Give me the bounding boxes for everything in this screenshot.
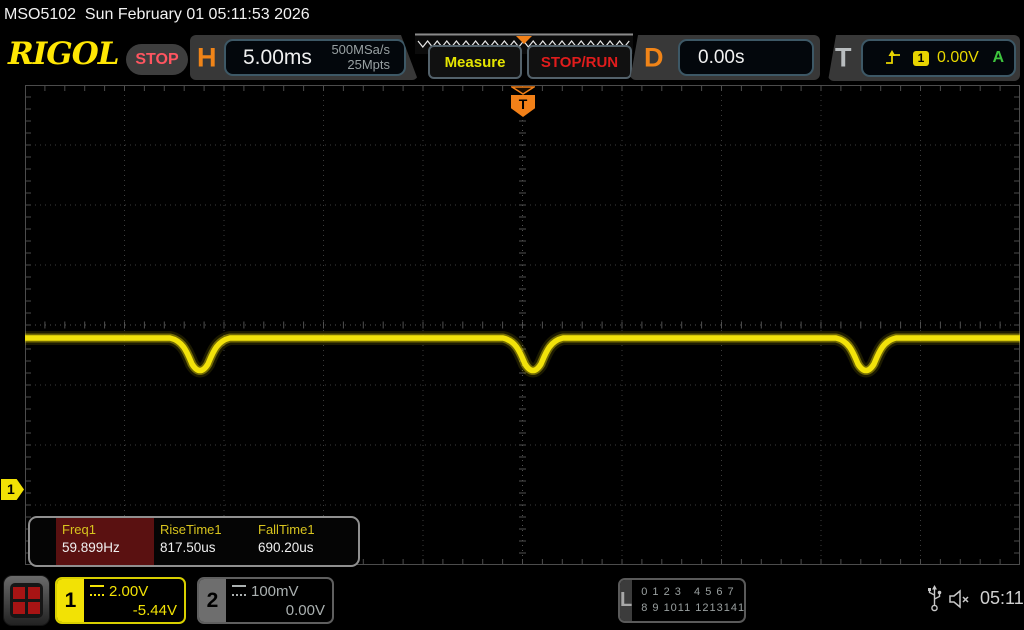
trigger-mode-auto: A [992, 49, 1004, 67]
measurement-label: Freq1 [62, 522, 154, 537]
rigol-logo: RIGOL [8, 36, 119, 72]
rising-edge-icon [885, 50, 901, 66]
trigger-valuebox[interactable]: 1 0.00V A [861, 39, 1016, 77]
trigger-label: T [835, 43, 852, 74]
measure-button[interactable]: Measure [428, 45, 522, 79]
channel2-scale: 100mV [251, 583, 299, 600]
logic-row-0-7: 0 1 2 3 4 5 6 7 [641, 585, 746, 601]
channel1-status-box[interactable]: 1 2.00V -5.44V [55, 577, 186, 624]
channel1-waveform [25, 85, 1020, 565]
logic-channels-box[interactable]: L 0 1 2 3 4 5 6 7 8 9 1011 12131415 [618, 578, 746, 623]
delay-settings-block[interactable]: D 0.00s [630, 35, 820, 80]
channel2-values: 100mV 0.00V [226, 579, 332, 622]
channel1-values: 2.00V -5.44V [84, 579, 184, 622]
trigger-settings-block[interactable]: T 1 0.00V A [828, 35, 1020, 81]
menu-grid-button[interactable] [3, 575, 50, 626]
dc-coupling-icon [90, 585, 104, 596]
page-title: MSO5102 Sun February 01 05:11:53 2026 [4, 6, 310, 24]
timebase-valuebox[interactable]: 5.00ms 500MSa/s 25Mpts [224, 39, 406, 76]
horizontal-label: H [197, 42, 217, 73]
dc-coupling-icon [232, 585, 246, 596]
trigger-level-value: 0.00V [937, 49, 979, 67]
channel1-ground-marker[interactable]: 1 [1, 479, 24, 500]
graticule [25, 85, 1020, 565]
measurement-risetime1[interactable]: RiseTime1 817.50us [154, 518, 252, 565]
trigger-flag-icon: T [511, 95, 535, 117]
clock-time: 05:11 [980, 588, 1024, 609]
logic-tab[interactable]: L [620, 580, 632, 621]
usb-icon [927, 585, 942, 617]
measurement-spacer [30, 518, 56, 565]
menu-grid-icon [10, 583, 43, 618]
logic-channel-numbers: 0 1 2 3 4 5 6 7 8 9 1011 12131415 [632, 580, 746, 621]
measurement-value: 59.899Hz [62, 540, 154, 555]
stop-run-button[interactable]: STOP/RUN [527, 45, 632, 79]
measurement-label: RiseTime1 [160, 522, 252, 537]
delay-valuebox[interactable]: 0.00s [678, 39, 814, 76]
acquisition-rates: 500MSa/s 25Mpts [331, 43, 404, 73]
memory-depth: 25Mpts [347, 58, 390, 73]
trigger-position-triangle-icon [511, 86, 535, 95]
channel2-tab[interactable]: 2 [199, 579, 226, 622]
delay-label: D [644, 42, 664, 73]
channel2-offset: 0.00V [232, 602, 325, 619]
sample-rate: 500MSa/s [331, 43, 390, 58]
speaker-muted-icon [948, 589, 974, 614]
horizontal-settings-block[interactable]: H 5.00ms 500MSa/s 25Mpts [190, 35, 418, 80]
measurement-falltime1[interactable]: FallTime1 690.20us [252, 518, 350, 565]
trigger-position-marker[interactable]: T [510, 86, 536, 120]
channel1-scale: 2.00V [109, 583, 148, 600]
measurement-label: FallTime1 [258, 522, 350, 537]
measurement-freq1[interactable]: Freq1 59.899Hz [56, 518, 154, 565]
measurement-value: 817.50us [160, 540, 252, 555]
logic-row-8-15: 8 9 1011 12131415 [641, 601, 746, 617]
timebase-value: 5.00ms [226, 46, 312, 70]
channel2-status-box[interactable]: 2 100mV 0.00V [197, 577, 334, 624]
oscilloscope-screen: MSO5102 Sun February 01 05:11:53 2026 RI… [0, 0, 1024, 630]
channel1-offset: -5.44V [90, 602, 177, 619]
channel1-tab[interactable]: 1 [57, 579, 84, 622]
trigger-source-badge: 1 [913, 51, 929, 66]
run-state-badge: STOP [126, 44, 188, 75]
measurement-panel[interactable]: Freq1 59.899Hz RiseTime1 817.50us FallTi… [28, 516, 360, 567]
delay-value: 0.00s [680, 47, 744, 69]
measurement-value: 690.20us [258, 540, 350, 555]
